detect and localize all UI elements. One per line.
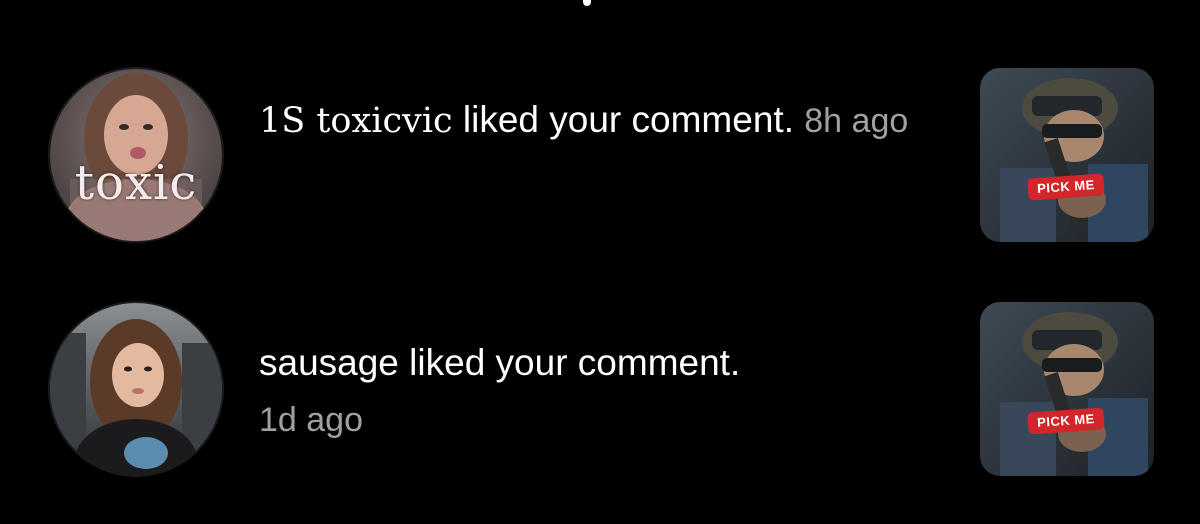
avatar[interactable]: toxic (50, 69, 222, 241)
timestamp: 8h ago (804, 102, 909, 140)
notification-item[interactable]: sausage liked your comment. 1d ago PICK … (0, 298, 1200, 498)
notification-text[interactable]: sausage liked your comment. 1d ago (259, 335, 939, 448)
avatar-caption: toxic (74, 155, 198, 211)
top-edge-fragment (583, 0, 591, 6)
notification-item[interactable]: toxic 1S toxicvic liked your comment. 8h… (0, 62, 1200, 262)
avatar[interactable] (50, 303, 222, 475)
username[interactable]: 1S toxicvic (259, 101, 453, 141)
post-thumbnail[interactable]: PICK ME (980, 68, 1154, 242)
timestamp: 1d ago (259, 401, 363, 439)
action-text: liked your comment. (398, 342, 741, 383)
username[interactable]: sausage (259, 342, 399, 383)
thumbnail-image (980, 302, 1154, 476)
notification-text[interactable]: 1S toxicvic liked your comment. 8h ago (259, 86, 939, 155)
avatar-photo (50, 303, 222, 475)
notifications-screen: toxic 1S toxicvic liked your comment. 8h… (0, 0, 1200, 524)
thumbnail-image (980, 68, 1154, 242)
action-text: liked your comment. (452, 99, 794, 140)
post-thumbnail[interactable]: PICK ME (980, 302, 1154, 476)
